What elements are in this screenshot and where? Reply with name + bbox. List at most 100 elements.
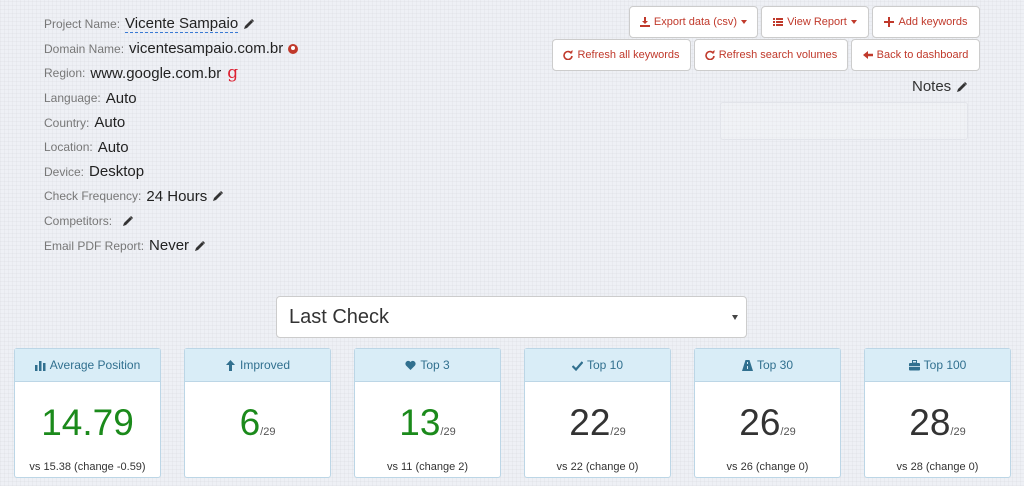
card-title: Top 3 bbox=[420, 358, 450, 372]
stat-card-improved: Improved 6/29 bbox=[184, 348, 331, 478]
edit-pencil-icon[interactable] bbox=[122, 215, 134, 227]
card-value: 28 bbox=[909, 402, 951, 443]
refresh-all-keywords-button[interactable]: Refresh all keywords bbox=[552, 39, 691, 71]
country-row: Country: Auto bbox=[44, 110, 298, 135]
card-value-wrap: 26/29 bbox=[695, 401, 840, 445]
notes-area[interactable] bbox=[720, 102, 968, 140]
refresh-search-volumes-label: Refresh search volumes bbox=[718, 49, 838, 61]
card-comparison: vs 22 (change 0) bbox=[556, 461, 639, 473]
caret-down-icon bbox=[850, 20, 857, 24]
project-info: Project Name: Vicente Sampaio Domain Nam… bbox=[44, 12, 299, 258]
bar-chart-icon bbox=[34, 360, 46, 371]
stat-card-top-100: Top 100 28/29 vs 28 (change 0) bbox=[864, 348, 1011, 478]
card-value-wrap: 13/29 bbox=[355, 401, 500, 445]
card-total: /29 bbox=[440, 426, 456, 438]
email-report-row: Email PDF Report: Never bbox=[44, 233, 298, 258]
stat-card-top-10: Top 10 22/29 vs 22 (change 0) bbox=[524, 348, 671, 478]
card-comparison: vs 26 (change 0) bbox=[726, 461, 809, 473]
competitors-row: Competitors: bbox=[44, 209, 298, 234]
language-row: Language: Auto bbox=[44, 86, 298, 111]
device-label: Device: bbox=[44, 164, 85, 179]
email-report-label: Email PDF Report: bbox=[44, 238, 145, 253]
card-title: Improved bbox=[239, 358, 291, 372]
competitors-label: Competitors: bbox=[44, 214, 113, 229]
domain-name-value: vicentesampaio.com.br bbox=[129, 40, 284, 58]
card-value-wrap: 6/29 bbox=[185, 401, 330, 445]
card-title: Average Position bbox=[49, 358, 141, 372]
heart-icon bbox=[405, 360, 416, 370]
card-title: Top 30 bbox=[756, 358, 794, 372]
edit-pencil-icon[interactable] bbox=[956, 81, 968, 93]
briefcase-icon bbox=[908, 359, 920, 370]
caret-down-icon bbox=[732, 315, 738, 320]
email-report-value: Never bbox=[149, 237, 190, 255]
country-label: Country: bbox=[44, 115, 90, 130]
check-frequency-row: Check Frequency: 24 Hours bbox=[44, 184, 298, 209]
notes-header: Notes bbox=[912, 78, 968, 95]
check-icon bbox=[571, 360, 583, 371]
region-value: www.google.com.br bbox=[90, 64, 222, 82]
location-row: Location: Auto bbox=[44, 135, 298, 160]
region-row: Region: www.google.com.br g bbox=[44, 61, 298, 86]
arrow-up-icon bbox=[225, 359, 235, 371]
view-report-button[interactable]: View Report bbox=[761, 6, 869, 38]
export-data-button[interactable]: Export data (csv) bbox=[629, 6, 758, 38]
domain-name-row: Domain Name: vicentesampaio.com.br bbox=[44, 37, 299, 62]
card-comparison: vs 28 (change 0) bbox=[896, 461, 979, 473]
google-icon: g bbox=[227, 62, 239, 83]
back-to-dashboard-button[interactable]: Back to dashboard bbox=[851, 39, 980, 71]
card-value-wrap: 22/29 bbox=[525, 401, 670, 445]
back-to-dashboard-label: Back to dashboard bbox=[876, 49, 969, 61]
globe-link-icon[interactable] bbox=[288, 43, 299, 54]
plus-icon bbox=[884, 17, 895, 27]
stat-card-top-3: Top 3 13/29 vs 11 (change 2) bbox=[354, 348, 501, 478]
device-row: Device: Desktop bbox=[44, 160, 298, 185]
caret-down-icon bbox=[741, 20, 748, 24]
check-frequency-label: Check Frequency: bbox=[44, 189, 142, 204]
card-title: Top 10 bbox=[586, 358, 624, 372]
export-data-label: Export data (csv) bbox=[653, 16, 738, 28]
period-select[interactable]: Last Check bbox=[276, 296, 747, 338]
domain-name-label: Domain Name: bbox=[44, 41, 125, 56]
refresh-search-volumes-button[interactable]: Refresh search volumes bbox=[694, 39, 848, 71]
refresh-icon bbox=[704, 50, 715, 60]
card-total: /29 bbox=[610, 426, 626, 438]
card-total: /29 bbox=[260, 426, 276, 438]
period-select-value: Last Check bbox=[289, 305, 390, 328]
location-value: Auto bbox=[97, 138, 129, 156]
refresh-icon bbox=[563, 50, 574, 60]
device-value: Desktop bbox=[89, 163, 145, 181]
road-icon bbox=[741, 359, 753, 371]
edit-pencil-icon[interactable] bbox=[212, 190, 224, 202]
language-label: Language: bbox=[44, 91, 101, 106]
edit-pencil-icon[interactable] bbox=[243, 18, 255, 30]
card-comparison: vs 15.38 (change -0.59) bbox=[29, 461, 146, 473]
language-value: Auto bbox=[105, 89, 137, 107]
card-header: Average Position bbox=[15, 349, 160, 382]
card-header: Improved bbox=[185, 349, 330, 382]
list-icon bbox=[773, 18, 784, 26]
card-total: /29 bbox=[780, 426, 796, 438]
card-header: Top 100 bbox=[865, 349, 1010, 382]
card-comparison: vs 11 (change 2) bbox=[386, 461, 469, 473]
add-keywords-button[interactable]: Add keywords bbox=[872, 6, 980, 38]
view-report-label: View Report bbox=[787, 16, 847, 28]
project-name-value[interactable]: Vicente Sampaio bbox=[125, 15, 239, 34]
card-value: 6 bbox=[239, 402, 261, 443]
edit-pencil-icon[interactable] bbox=[194, 240, 206, 252]
location-label: Location: bbox=[44, 140, 93, 155]
card-value: 14.79 bbox=[41, 402, 134, 443]
check-frequency-value: 24 Hours bbox=[146, 187, 208, 205]
notes-label: Notes bbox=[912, 78, 952, 95]
card-title: Top 100 bbox=[923, 358, 967, 372]
project-name-label: Project Name: bbox=[44, 17, 121, 32]
project-name-row: Project Name: Vicente Sampaio bbox=[44, 12, 298, 37]
stat-card-average-position: Average Position 14.79 vs 15.38 (change … bbox=[14, 348, 161, 478]
card-value: 13 bbox=[399, 402, 441, 443]
card-value-wrap: 14.79 bbox=[15, 401, 160, 445]
card-header: Top 30 bbox=[695, 349, 840, 382]
card-header: Top 3 bbox=[355, 349, 500, 382]
download-icon bbox=[639, 17, 650, 27]
refresh-all-keywords-label: Refresh all keywords bbox=[577, 49, 680, 61]
country-value: Auto bbox=[94, 114, 126, 132]
